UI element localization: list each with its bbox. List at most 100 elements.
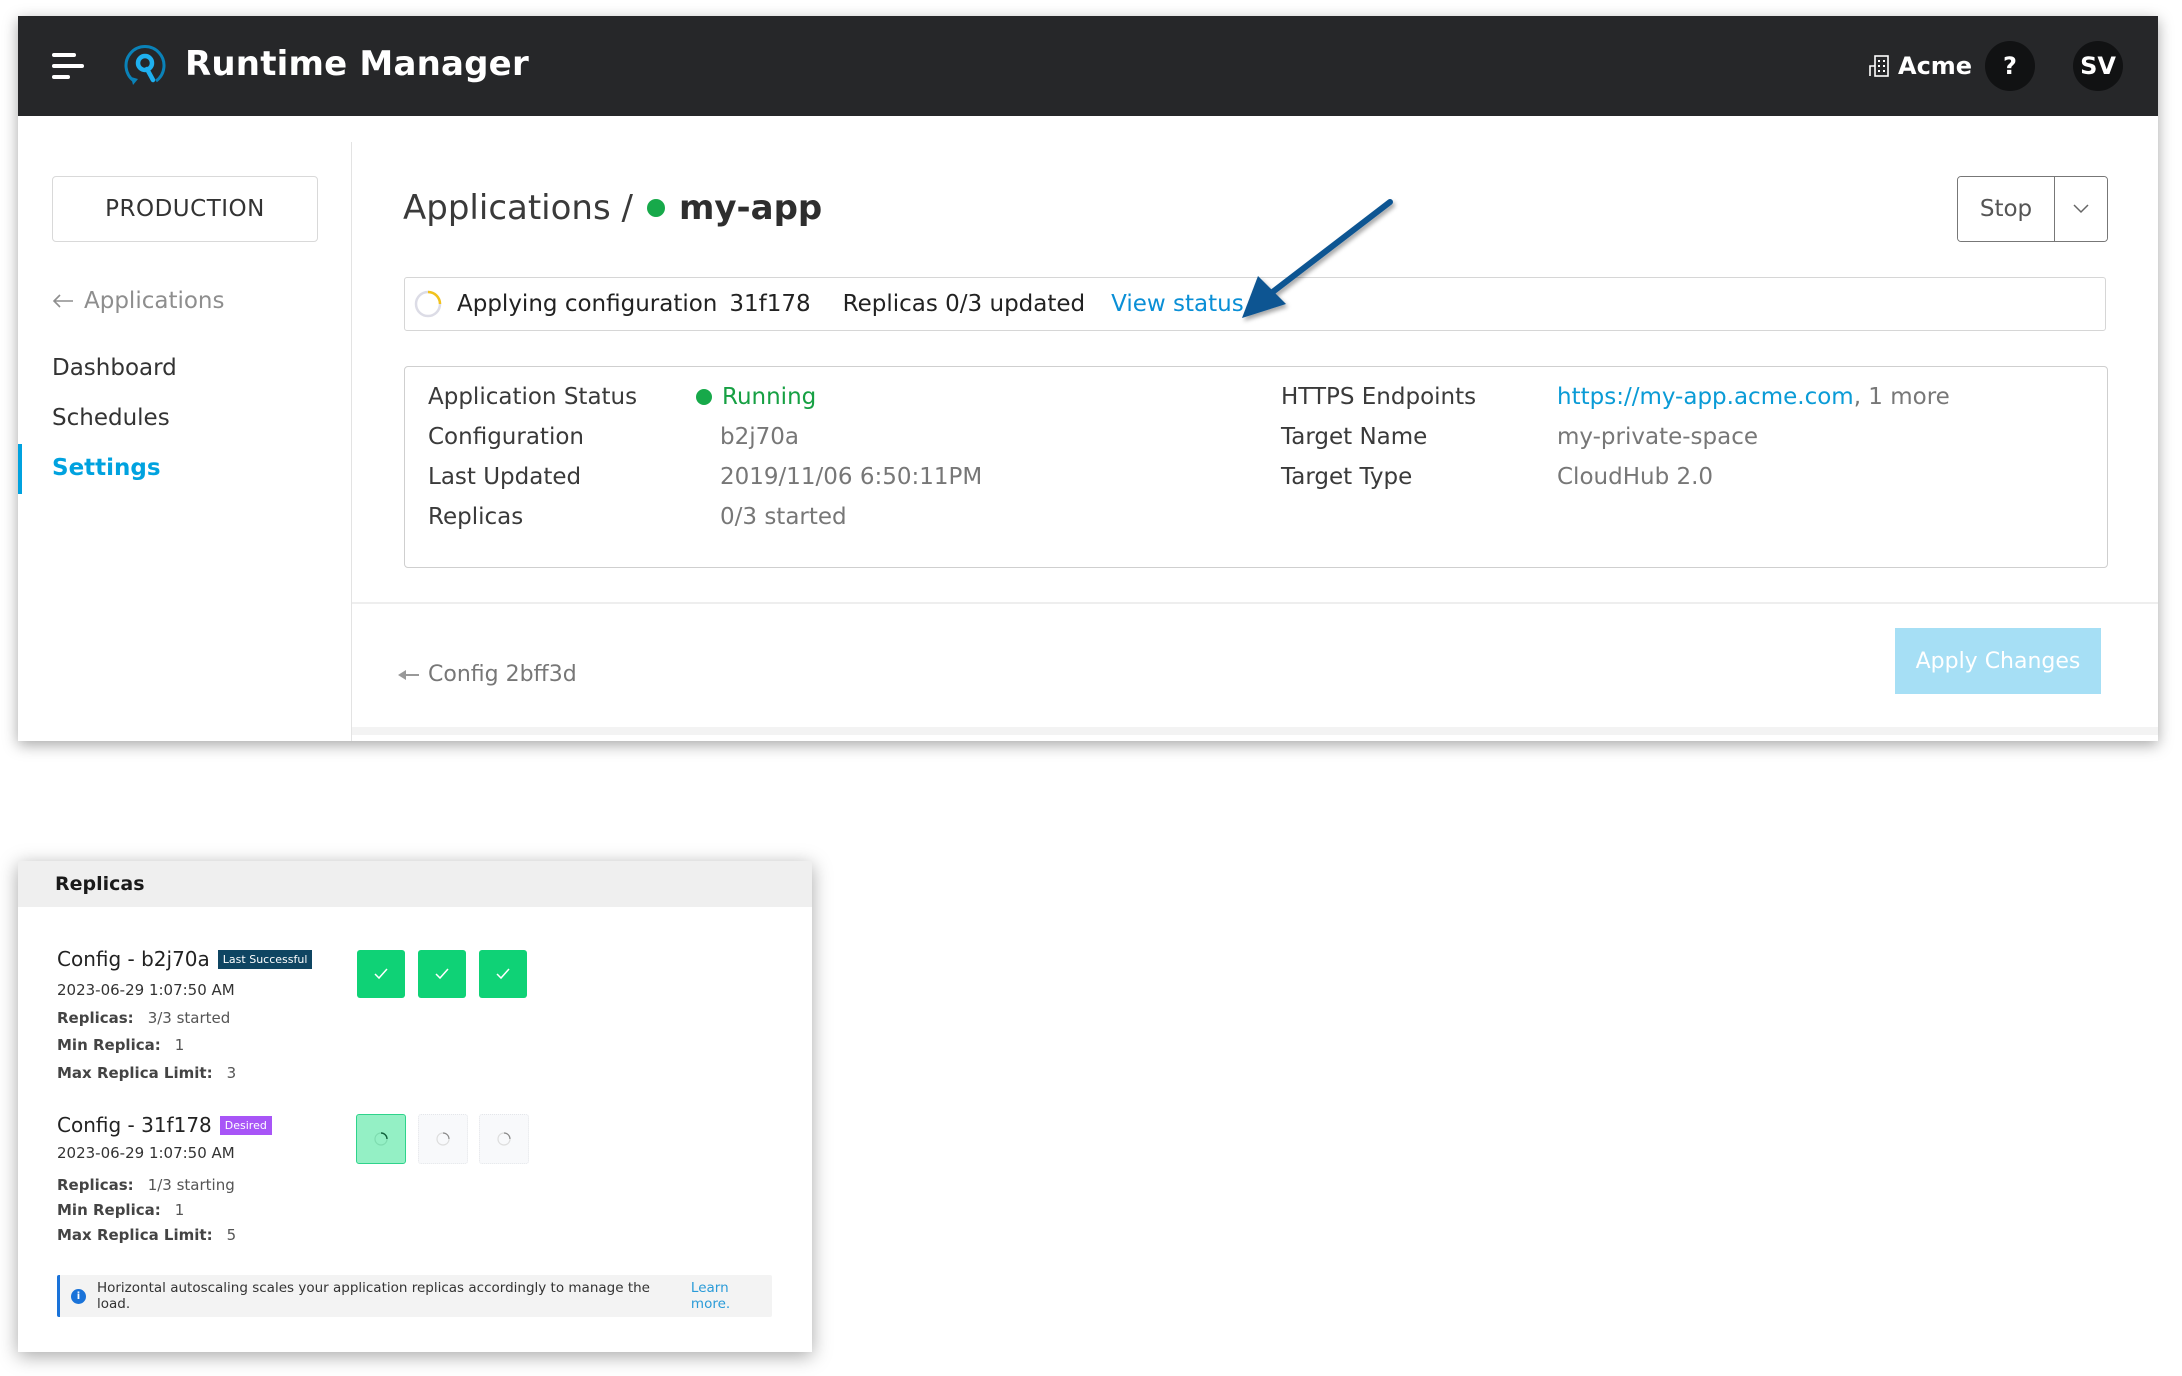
application-details-card: Application Status Running Configuration… bbox=[404, 366, 2108, 568]
replicas-value: 1/3 starting bbox=[147, 1176, 235, 1194]
value-target-type: CloudHub 2.0 bbox=[1557, 464, 1714, 490]
stop-button[interactable]: Stop bbox=[1958, 177, 2055, 241]
min-replica-label: Min Replica: bbox=[57, 1201, 161, 1219]
chevron-down-icon bbox=[2073, 204, 2089, 214]
config-max-replica: Max Replica Limit: 3 bbox=[57, 1064, 236, 1082]
org-name: Acme bbox=[1898, 52, 1973, 80]
max-replica-value: 5 bbox=[226, 1226, 237, 1244]
previous-config-label: Config 2bff3d bbox=[428, 662, 577, 687]
sidebar-item-schedules[interactable]: Schedules bbox=[52, 405, 170, 431]
autoscaling-note-text: Horizontal autoscaling scales your appli… bbox=[96, 1280, 650, 1312]
label-target-type: Target Type bbox=[1281, 464, 1413, 490]
max-replica-label: Max Replica Limit: bbox=[57, 1064, 213, 1082]
max-replica-label: Max Replica Limit: bbox=[57, 1226, 213, 1244]
value-application-status: Running bbox=[696, 384, 816, 410]
checkmark-icon bbox=[374, 968, 388, 980]
applying-config-id: 31f178 bbox=[729, 291, 811, 317]
org-switcher[interactable]: Acme bbox=[1868, 52, 1972, 80]
runtime-manager-logo-icon bbox=[124, 45, 166, 85]
config-min-replica: Min Replica: 1 bbox=[57, 1036, 184, 1054]
applying-label: Applying configuration bbox=[457, 291, 718, 317]
replica-pending[interactable] bbox=[418, 1114, 468, 1164]
running-text: Running bbox=[722, 384, 817, 410]
replicas-panel: Replicas Config - b2j70a Last Successful… bbox=[18, 861, 812, 1352]
building-icon bbox=[1869, 55, 1889, 77]
replicas-value: 3/3 started bbox=[147, 1009, 231, 1027]
apply-changes-button[interactable]: Apply Changes bbox=[1895, 628, 2101, 694]
config-name: Config - b2j70a bbox=[57, 947, 210, 971]
min-replica-label: Min Replica: bbox=[57, 1036, 161, 1054]
replica-pending[interactable] bbox=[479, 1114, 529, 1164]
back-to-applications-link[interactable]: Applications bbox=[52, 288, 225, 314]
active-indicator bbox=[18, 444, 22, 494]
main-window: Runtime Manager Acme ? SV PRODUCTION App… bbox=[18, 16, 2158, 741]
footer-divider bbox=[352, 602, 2158, 604]
app-name: my-app bbox=[678, 188, 823, 228]
config-title-31f178: Config - 31f178 Desired bbox=[57, 1113, 272, 1137]
arrow-left-icon bbox=[398, 669, 419, 680]
config-name: Config - 31f178 bbox=[57, 1113, 212, 1137]
replica-started[interactable] bbox=[418, 950, 466, 998]
replicas-label: Replicas: bbox=[57, 1176, 134, 1194]
label-application-status: Application Status bbox=[428, 384, 638, 410]
environment-selector[interactable]: PRODUCTION bbox=[52, 176, 318, 242]
config-replicas: Replicas: 3/3 started bbox=[57, 1009, 230, 1027]
label-configuration: Configuration bbox=[428, 424, 584, 450]
footer-strip bbox=[352, 727, 2158, 735]
arrow-left-icon bbox=[52, 294, 73, 308]
endpoint-more[interactable]: , 1 more bbox=[1854, 384, 1950, 410]
replica-starting[interactable] bbox=[356, 1114, 406, 1164]
config-timestamp: 2023-06-29 1:07:50 AM bbox=[57, 981, 235, 999]
min-replica-value: 1 bbox=[174, 1201, 185, 1219]
sidebar-item-dashboard[interactable]: Dashboard bbox=[52, 355, 177, 381]
back-label: Applications bbox=[84, 288, 225, 314]
last-successful-badge: Last Successful bbox=[217, 949, 313, 969]
help-button[interactable]: ? bbox=[1985, 41, 2035, 91]
loading-spinner-icon bbox=[497, 1132, 511, 1146]
top-bar: Runtime Manager Acme ? SV bbox=[18, 16, 2158, 116]
info-icon: i bbox=[71, 1288, 86, 1304]
page-title: Applications / my-app bbox=[403, 188, 822, 228]
value-replicas: 0/3 started bbox=[720, 504, 847, 530]
breadcrumb-applications[interactable]: Applications / bbox=[403, 188, 633, 228]
value-https-endpoints: https://my-app.acme.com, 1 more bbox=[1557, 384, 1950, 410]
loading-spinner-icon bbox=[414, 290, 442, 318]
config-title-b2j70a: Config - b2j70a Last Successful bbox=[57, 947, 313, 971]
config-timestamp: 2023-06-29 1:07:50 AM bbox=[57, 1144, 235, 1162]
autoscaling-info-note: i Horizontal autoscaling scales your app… bbox=[57, 1275, 772, 1317]
learn-more-link[interactable]: Learn more. bbox=[691, 1280, 772, 1312]
label-last-updated: Last Updated bbox=[428, 464, 582, 490]
value-last-updated: 2019/11/06 6:50:11PM bbox=[720, 464, 983, 490]
app-title: Runtime Manager bbox=[185, 44, 529, 84]
running-dot-icon bbox=[696, 389, 712, 405]
replica-started[interactable] bbox=[357, 950, 405, 998]
view-status-link[interactable]: View status bbox=[1111, 291, 1244, 317]
loading-spinner-icon bbox=[374, 1132, 388, 1146]
loading-spinner-icon bbox=[436, 1132, 450, 1146]
replicas-panel-title: Replicas bbox=[18, 861, 812, 907]
replica-started[interactable] bbox=[479, 950, 527, 998]
annotation-arrow-icon bbox=[1242, 199, 1393, 318]
checkmark-icon bbox=[435, 968, 449, 980]
sidebar-divider bbox=[351, 142, 352, 741]
endpoint-link[interactable]: https://my-app.acme.com bbox=[1557, 384, 1854, 410]
label-target-name: Target Name bbox=[1281, 424, 1428, 450]
label-https-endpoints: HTTPS Endpoints bbox=[1281, 384, 1477, 410]
config-replicas: Replicas: 1/3 starting bbox=[57, 1176, 235, 1194]
value-configuration: b2j70a bbox=[720, 424, 799, 450]
menu-icon[interactable] bbox=[52, 53, 84, 81]
label-replicas: Replicas bbox=[428, 504, 524, 530]
checkmark-icon bbox=[496, 968, 510, 980]
value-target-name: my-private-space bbox=[1557, 424, 1759, 450]
app-status-dot bbox=[646, 199, 665, 217]
previous-config-link[interactable]: Config 2bff3d bbox=[398, 662, 577, 687]
max-replica-value: 3 bbox=[226, 1064, 237, 1082]
actions-dropdown-button[interactable] bbox=[2055, 177, 2107, 241]
config-max-replica: Max Replica Limit: 5 bbox=[57, 1226, 236, 1244]
replicas-label: Replicas: bbox=[57, 1009, 134, 1027]
config-min-replica: Min Replica: 1 bbox=[57, 1201, 184, 1219]
stop-button-group: Stop bbox=[1957, 176, 2108, 242]
user-avatar[interactable]: SV bbox=[2073, 41, 2123, 91]
sidebar-item-settings[interactable]: Settings bbox=[52, 455, 161, 481]
desired-badge: Desired bbox=[219, 1115, 272, 1135]
